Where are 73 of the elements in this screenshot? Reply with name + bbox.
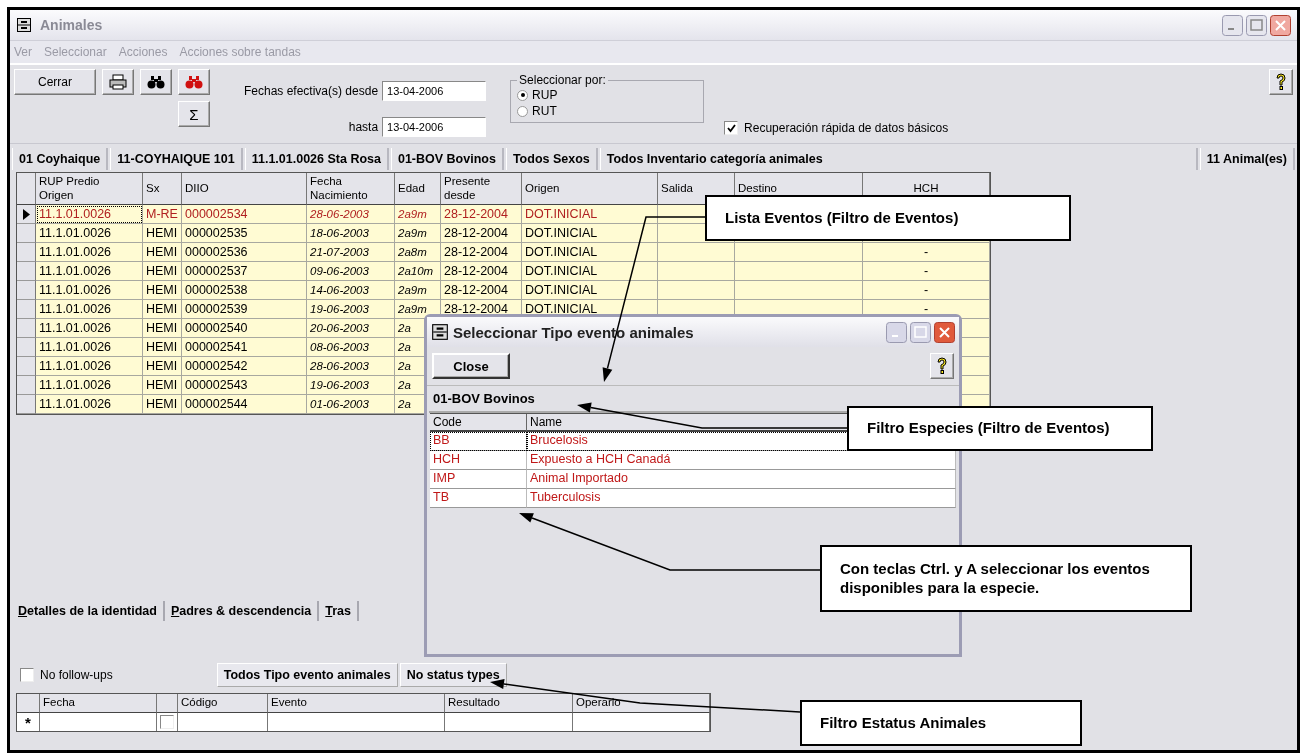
group-legend: Seleccionar por: (517, 73, 608, 87)
table-cell: 11.1.01.0026 (36, 224, 143, 243)
table-cell: M-RE (143, 205, 182, 224)
table-cell: 11.1.01.0026 (36, 376, 143, 395)
table-cell: 21-07-2003 (307, 243, 395, 262)
table-cell: 11.1.01.0026 (36, 205, 143, 224)
table-cell: DOT.INICIAL (522, 281, 658, 300)
table-cell: 000002543 (182, 376, 307, 395)
table-cell: 19-06-2003 (307, 376, 395, 395)
table-cell: 18-06-2003 (307, 224, 395, 243)
table-cell: HEMI (143, 338, 182, 357)
table-cell: 11.1.01.0026 (36, 319, 143, 338)
table-cell: 11.1.01.0026 (36, 395, 143, 414)
table-cell: HEMI (143, 300, 182, 319)
callout-tooltip: Con teclas Ctrl. y A seleccionar los eventos disponibles para la especie. (820, 545, 1192, 612)
table-cell: 28-12-2004 (441, 243, 522, 262)
table-cell: 11.1.01.0026 (36, 243, 143, 262)
table-cell: 28-12-2004 (441, 262, 522, 281)
table-cell: 19-06-2003 (307, 300, 395, 319)
table-cell: 2a8m (395, 243, 441, 262)
table-cell: HEMI (143, 243, 182, 262)
table-cell: 28-12-2004 (441, 205, 522, 224)
callout-tooltip: Filtro Estatus Animales (800, 700, 1082, 746)
table-cell: 2a9m (395, 224, 441, 243)
table-cell: - (863, 281, 990, 300)
table-cell: 2a9m (395, 205, 441, 224)
date-to-label: hasta (347, 120, 379, 135)
table-cell: 28-06-2003 (307, 205, 395, 224)
table-cell: 14-06-2003 (307, 281, 395, 300)
animal-count: 11 Animal(es) (1199, 148, 1295, 170)
callout-tooltip: Filtro Especies (Filtro de Eventos) (847, 406, 1153, 451)
table-cell: DOT.INICIAL (522, 224, 658, 243)
table-cell: 28-06-2003 (307, 357, 395, 376)
table-cell: 000002541 (182, 338, 307, 357)
table-cell: HEMI (143, 319, 182, 338)
table-cell: 11.1.01.0026 (36, 300, 143, 319)
new-row-marker: * (17, 713, 40, 731)
table-cell: 000002536 (182, 243, 307, 262)
callout-tooltip: Lista Eventos (Filtro de Eventos) (705, 195, 1071, 241)
table-cell: 28-12-2004 (441, 224, 522, 243)
table-cell: HEMI (143, 281, 182, 300)
table-cell: 11.1.01.0026 (36, 281, 143, 300)
table-cell: 000002534 (182, 205, 307, 224)
table-cell: 01-06-2003 (307, 395, 395, 414)
date-from-label: Fechas efectiva(s) desde (244, 83, 379, 98)
table-cell: 28-12-2004 (441, 281, 522, 300)
table-cell: DOT.INICIAL (522, 243, 658, 262)
table-cell: HEMI (143, 376, 182, 395)
table-cell: 000002544 (182, 395, 307, 414)
table-cell: 000002539 (182, 300, 307, 319)
table-cell: DOT.INICIAL (522, 262, 658, 281)
table-cell: - (863, 262, 990, 281)
table-cell: 2a10m (395, 262, 441, 281)
table-cell: 09-06-2003 (307, 262, 395, 281)
table-cell: HEMI (143, 357, 182, 376)
table-cell: 20-06-2003 (307, 319, 395, 338)
table-cell: 000002540 (182, 319, 307, 338)
table-cell: 2a9m (395, 300, 441, 319)
window-title: Animales (40, 17, 104, 33)
table-cell: 11.1.01.0026 (36, 338, 143, 357)
table-cell: 08-06-2003 (307, 338, 395, 357)
table-cell: DOT.INICIAL (522, 205, 658, 224)
table-cell: 11.1.01.0026 (36, 262, 143, 281)
table-cell: 000002535 (182, 224, 307, 243)
table-cell: HEMI (143, 262, 182, 281)
table-cell: 000002537 (182, 262, 307, 281)
table-cell: - (863, 243, 990, 262)
table-cell: 000002538 (182, 281, 307, 300)
table-cell: HEMI (143, 395, 182, 414)
table-cell: 000002542 (182, 357, 307, 376)
table-cell: HEMI (143, 224, 182, 243)
table-cell: 11.1.01.0026 (36, 357, 143, 376)
table-cell: 2a9m (395, 281, 441, 300)
